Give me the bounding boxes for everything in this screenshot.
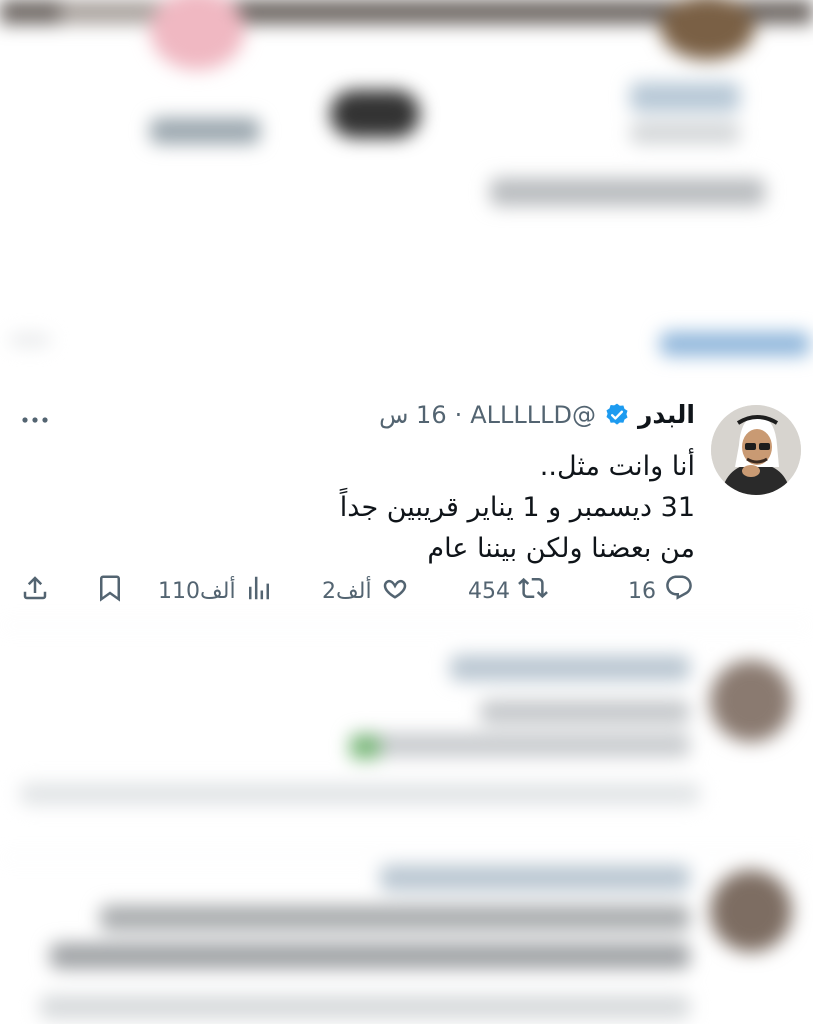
like-count: 2ألف <box>322 578 372 604</box>
blurred-previous-content <box>0 0 813 360</box>
tweet-line: من بعضنا ولكن بيننا عام <box>427 533 695 564</box>
views-button[interactable]: 110ألف <box>158 573 274 609</box>
heart-icon <box>380 573 410 609</box>
tweet-header: البدر @ALLLLLD · 16 س <box>379 400 695 429</box>
main-tweet[interactable]: البدر @ALLLLLD · 16 س أنا وانت مثل.. 31 … <box>0 380 813 625</box>
separator-dot: · <box>454 400 463 429</box>
tweet-line: 31 ديسمبر و 1 يناير قريبين جداً <box>339 492 695 523</box>
tweet-text: أنا وانت مثل.. 31 ديسمبر و 1 يناير قريبي… <box>340 446 695 569</box>
views-count: 110ألف <box>158 578 236 604</box>
views-icon <box>244 573 274 609</box>
reply-icon <box>664 573 694 609</box>
tweet-time[interactable]: 16 س <box>379 401 446 429</box>
retweet-icon <box>518 573 548 609</box>
reply-count: 16 <box>628 578 656 604</box>
author-handle[interactable]: @ALLLLLD <box>470 401 596 429</box>
tweet-actions: 16 454 2ألف 110ألف <box>0 573 813 609</box>
share-button[interactable] <box>20 573 50 609</box>
reply-button[interactable]: 16 <box>628 573 694 609</box>
bookmark-icon <box>95 573 125 609</box>
screenshot-page: البدر @ALLLLLD · 16 س أنا وانت مثل.. 31 … <box>0 0 813 1024</box>
author-avatar[interactable] <box>711 405 801 495</box>
author-name[interactable]: البدر <box>638 400 695 429</box>
retweet-button[interactable]: 454 <box>468 573 548 609</box>
like-button[interactable]: 2ألف <box>322 573 410 609</box>
retweet-count: 454 <box>468 578 510 604</box>
tweet-line: أنا وانت مثل.. <box>539 451 695 482</box>
bookmark-button[interactable] <box>95 573 125 609</box>
more-horizontal-icon[interactable] <box>20 410 50 423</box>
verified-badge-icon <box>604 402 630 428</box>
share-icon <box>20 573 50 609</box>
blurred-replies <box>0 625 813 1024</box>
